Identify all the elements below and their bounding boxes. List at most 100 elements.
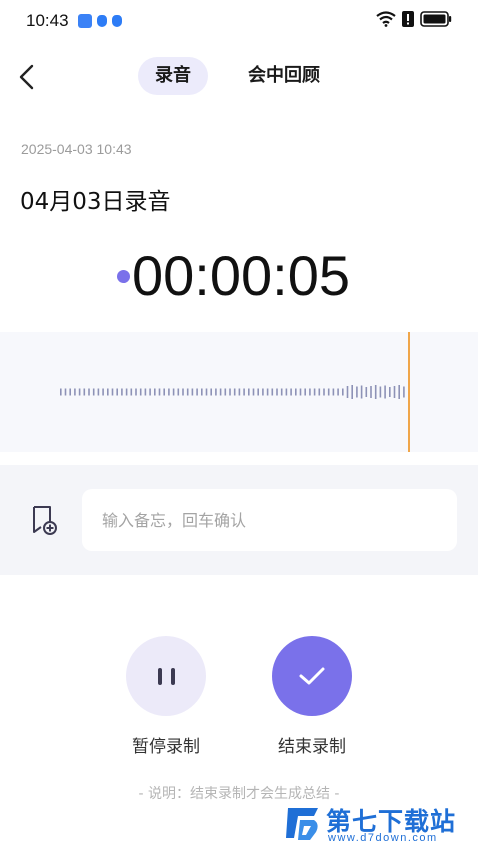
note-add-icon[interactable] [30, 505, 58, 535]
status-time: 10:43 [26, 11, 69, 30]
waveform-bar [393, 386, 396, 398]
waveform-bar [191, 388, 194, 396]
waveform-bar [201, 388, 203, 396]
waveform-bar [125, 388, 128, 396]
top-nav: 录音 会中回顾 [0, 52, 478, 102]
waveform-bar [313, 388, 316, 396]
waveform-bar [224, 388, 227, 396]
memo-section [0, 465, 478, 575]
waveform-bar [337, 388, 339, 396]
waveform-bar [248, 388, 250, 396]
waveform-bar [186, 388, 189, 396]
waveform-bar [323, 388, 325, 396]
waveform-bar [327, 388, 330, 396]
waveform-bar [102, 388, 104, 396]
waveform-bar [332, 388, 335, 396]
waveform-bar [299, 388, 302, 396]
waveform-bar [342, 388, 344, 396]
waveform-bar [295, 388, 297, 396]
waveform-bar [135, 388, 137, 396]
waveform-bar [280, 388, 283, 396]
waveform-bar [64, 388, 67, 396]
waveform-bar [60, 388, 62, 396]
shield-icon [112, 15, 122, 27]
waveform [60, 385, 405, 399]
waveform-bar [374, 385, 377, 399]
waveform-bar [243, 388, 245, 396]
waveform-bar [262, 388, 264, 396]
waveform-bar [403, 386, 405, 398]
waveform-bar [74, 388, 76, 396]
waveform-bar [154, 388, 156, 396]
waveform-bar [116, 388, 118, 396]
check-icon [299, 667, 325, 685]
waveform-bar [92, 388, 95, 396]
waveform-bar [69, 388, 71, 396]
waveform-bar [304, 388, 306, 396]
waveform-bar [149, 388, 151, 396]
chevron-left-icon[interactable] [14, 62, 44, 92]
waveform-bar [238, 388, 241, 396]
waveform-bar [97, 388, 100, 396]
waveform-bar [168, 388, 170, 396]
waveform-bar [356, 386, 358, 398]
app-notification-icon [78, 14, 92, 28]
playhead-marker [408, 332, 410, 452]
finish-label: 结束录制 [278, 737, 346, 757]
pause-icon [157, 667, 175, 685]
watermark: 第七下载站 www.d7down.com [284, 800, 478, 850]
waveform-bar [139, 388, 142, 396]
battery-icon [420, 11, 452, 27]
pause-button[interactable] [126, 636, 206, 716]
shield-icon [97, 15, 107, 27]
waveform-bar [172, 388, 175, 396]
waveform-bar [144, 388, 147, 396]
status-right-icons [376, 11, 452, 27]
waveform-bar [309, 388, 311, 396]
status-bar: 10:43 [0, 0, 478, 44]
waveform-bar [360, 385, 363, 399]
waveform-bar [252, 388, 255, 396]
wifi-icon [376, 11, 396, 27]
waveform-bar [389, 387, 391, 397]
waveform-bar [130, 388, 133, 396]
waveform-bar [351, 385, 353, 399]
waveform-bar [229, 388, 231, 396]
waveform-bar [121, 388, 123, 396]
waveform-bar [266, 388, 269, 396]
watermark-url: www.d7down.com [328, 832, 438, 844]
waveform-bar [111, 388, 114, 396]
waveform-bar [215, 388, 217, 396]
waveform-bar [78, 388, 81, 396]
status-left-icons [78, 14, 122, 28]
waveform-bar [365, 387, 368, 397]
waveform-bar [257, 388, 259, 396]
waveform-bar [276, 388, 278, 396]
tab-meeting-review[interactable]: 会中回顾 [232, 57, 336, 95]
waveform-bar [233, 388, 236, 396]
waveform-area[interactable] [0, 332, 478, 452]
tab-recording[interactable]: 录音 [138, 57, 208, 95]
waveform-bar [182, 388, 184, 396]
waveform-bar [384, 385, 386, 399]
recording-timer: 00:00:05 [132, 244, 350, 307]
site-logo [286, 808, 318, 840]
alert-icon [402, 11, 414, 27]
waveform-bar [219, 388, 222, 396]
recording-title[interactable]: 04月03日录音 [20, 182, 171, 216]
waveform-bar [285, 388, 288, 396]
waveform-bar [379, 386, 382, 398]
recording-datetime: 2025-04-03 10:43 [21, 141, 132, 157]
memo-input[interactable] [82, 489, 457, 551]
waveform-bar [398, 385, 400, 399]
waveform-bar [210, 388, 212, 396]
waveform-bar [158, 388, 161, 396]
finish-button[interactable] [272, 636, 352, 716]
waveform-bar [107, 388, 109, 396]
waveform-bar [177, 388, 180, 396]
pause-label: 暂停录制 [132, 737, 200, 757]
waveform-bar [346, 386, 349, 398]
waveform-bar [290, 388, 292, 396]
waveform-bar [88, 388, 90, 396]
recording-indicator-dot [117, 270, 130, 283]
